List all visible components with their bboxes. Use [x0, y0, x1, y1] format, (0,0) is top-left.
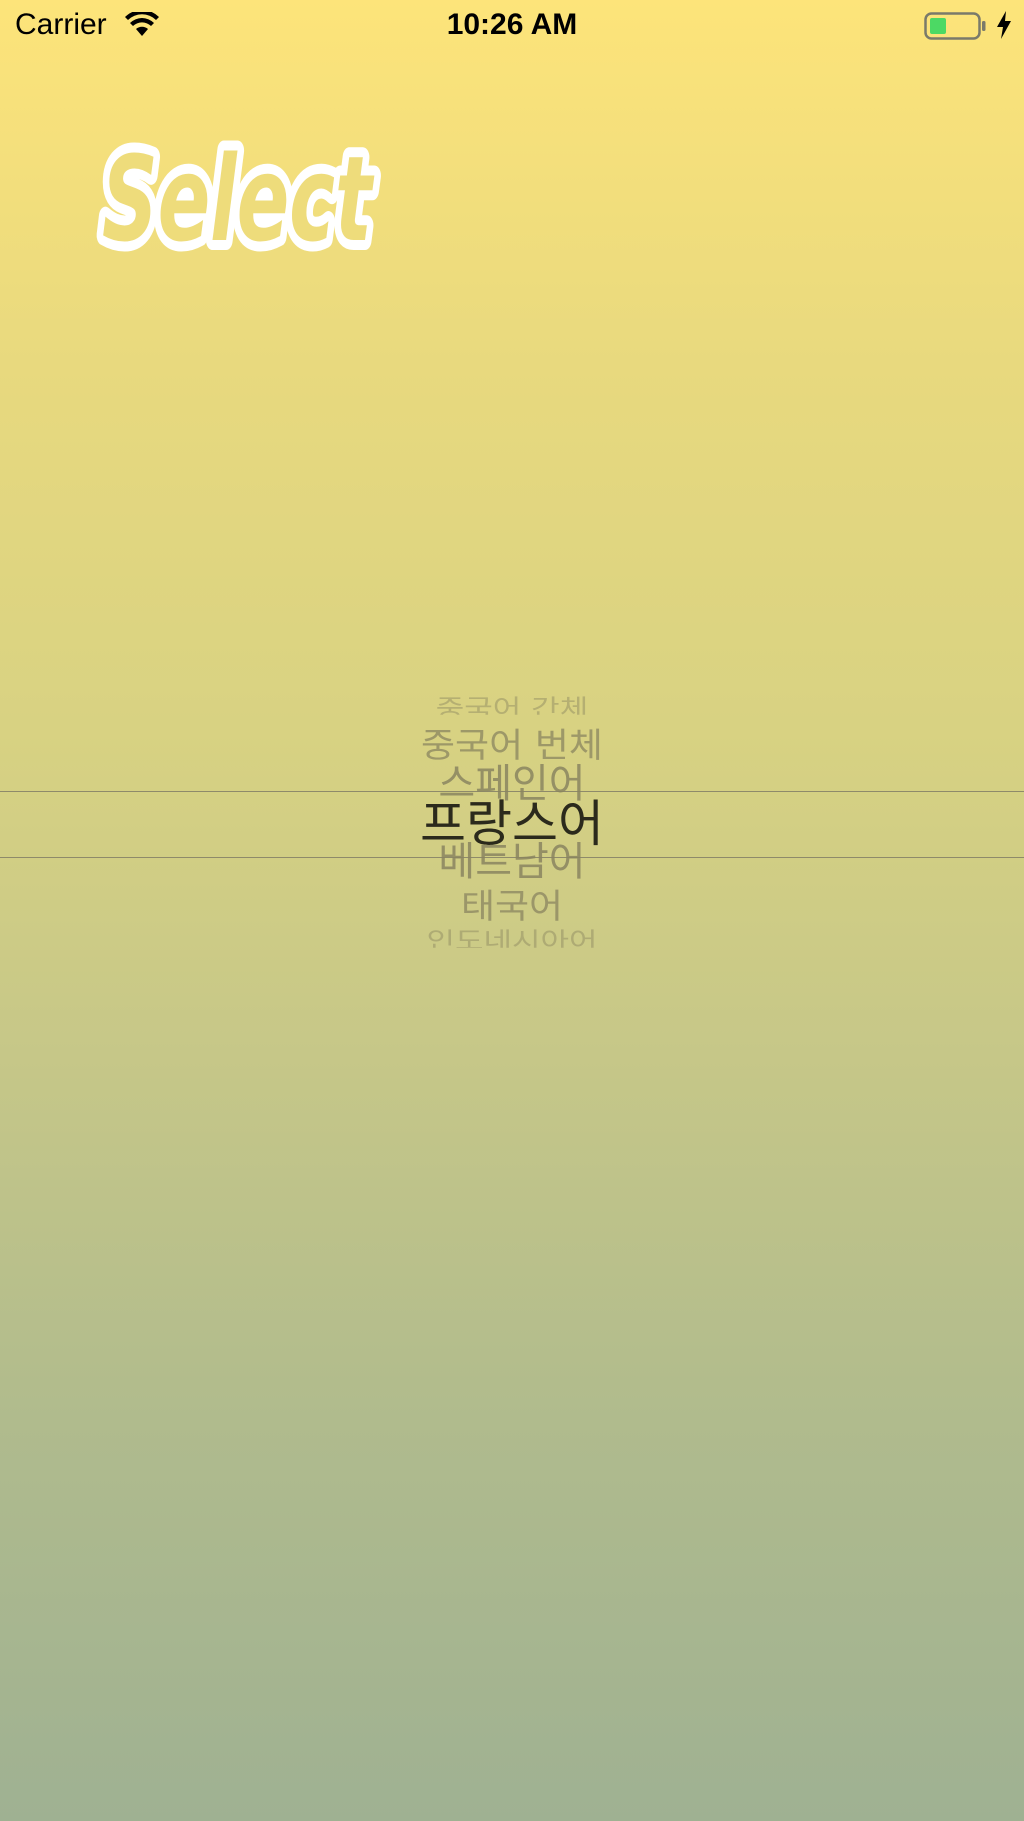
picker-item[interactable]: 인도네시아어 [0, 929, 1024, 948]
status-time: 10:26 AM [446, 8, 578, 41]
select-logo: Select Select [96, 140, 385, 270]
picker-item[interactable]: 태국어 [0, 889, 1024, 923]
status-bar: Carrier 10:26 AM [0, 0, 1024, 54]
picker-item[interactable]: 베트남어 [0, 842, 1024, 882]
picker-item[interactable]: 스페인어 [0, 764, 1024, 804]
language-picker[interactable]: 중국어 간체 중국어 번체 스페인어 프랑스어 베트남어 태국어 인도네시아어 [0, 640, 1024, 1000]
picker-item[interactable]: 중국어 번체 [0, 728, 1024, 762]
picker-item[interactable]: 중국어 간체 [0, 696, 1024, 715]
battery-icon [924, 12, 986, 40]
logo-text: Select [102, 140, 375, 268]
charging-bolt-icon [997, 11, 1011, 39]
